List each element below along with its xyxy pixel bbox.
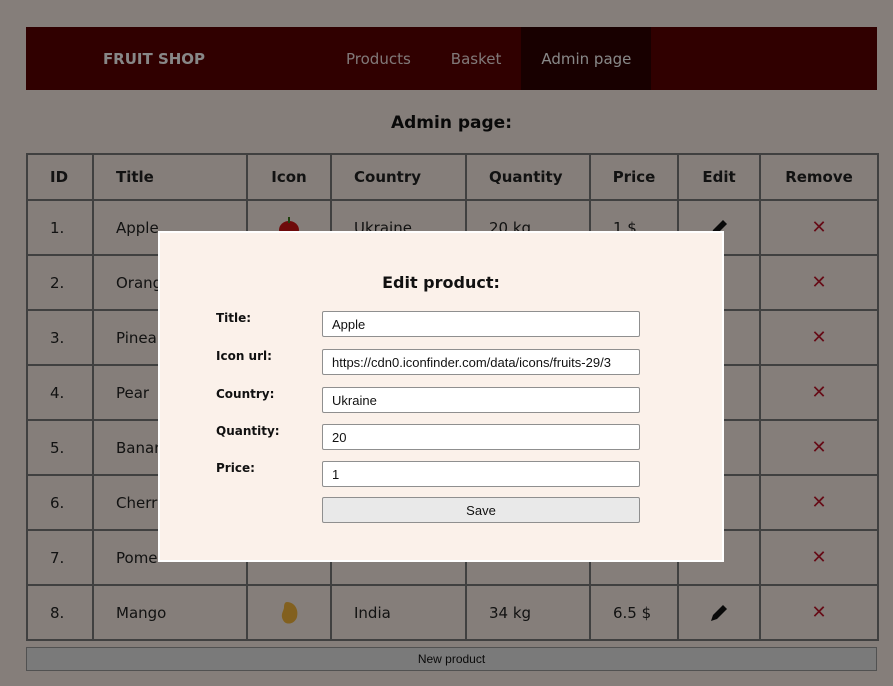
quantity-input[interactable] bbox=[322, 424, 640, 450]
save-button[interactable]: Save bbox=[322, 497, 640, 523]
country-input[interactable] bbox=[322, 387, 640, 413]
title-label: Title: bbox=[216, 311, 252, 325]
edit-product-modal: Edit product: Title: Icon url: Country: … bbox=[158, 231, 724, 562]
modal-title: Edit product: bbox=[382, 273, 500, 292]
icon-url-input[interactable] bbox=[322, 349, 640, 375]
quantity-label: Quantity: bbox=[216, 424, 280, 438]
page: FRUIT SHOP Products Basket Admin page Ad… bbox=[0, 0, 893, 686]
price-label: Price: bbox=[216, 461, 255, 475]
price-input[interactable] bbox=[322, 461, 640, 487]
icon-url-label: Icon url: bbox=[216, 349, 272, 363]
title-input[interactable] bbox=[322, 311, 640, 337]
country-label: Country: bbox=[216, 387, 275, 401]
